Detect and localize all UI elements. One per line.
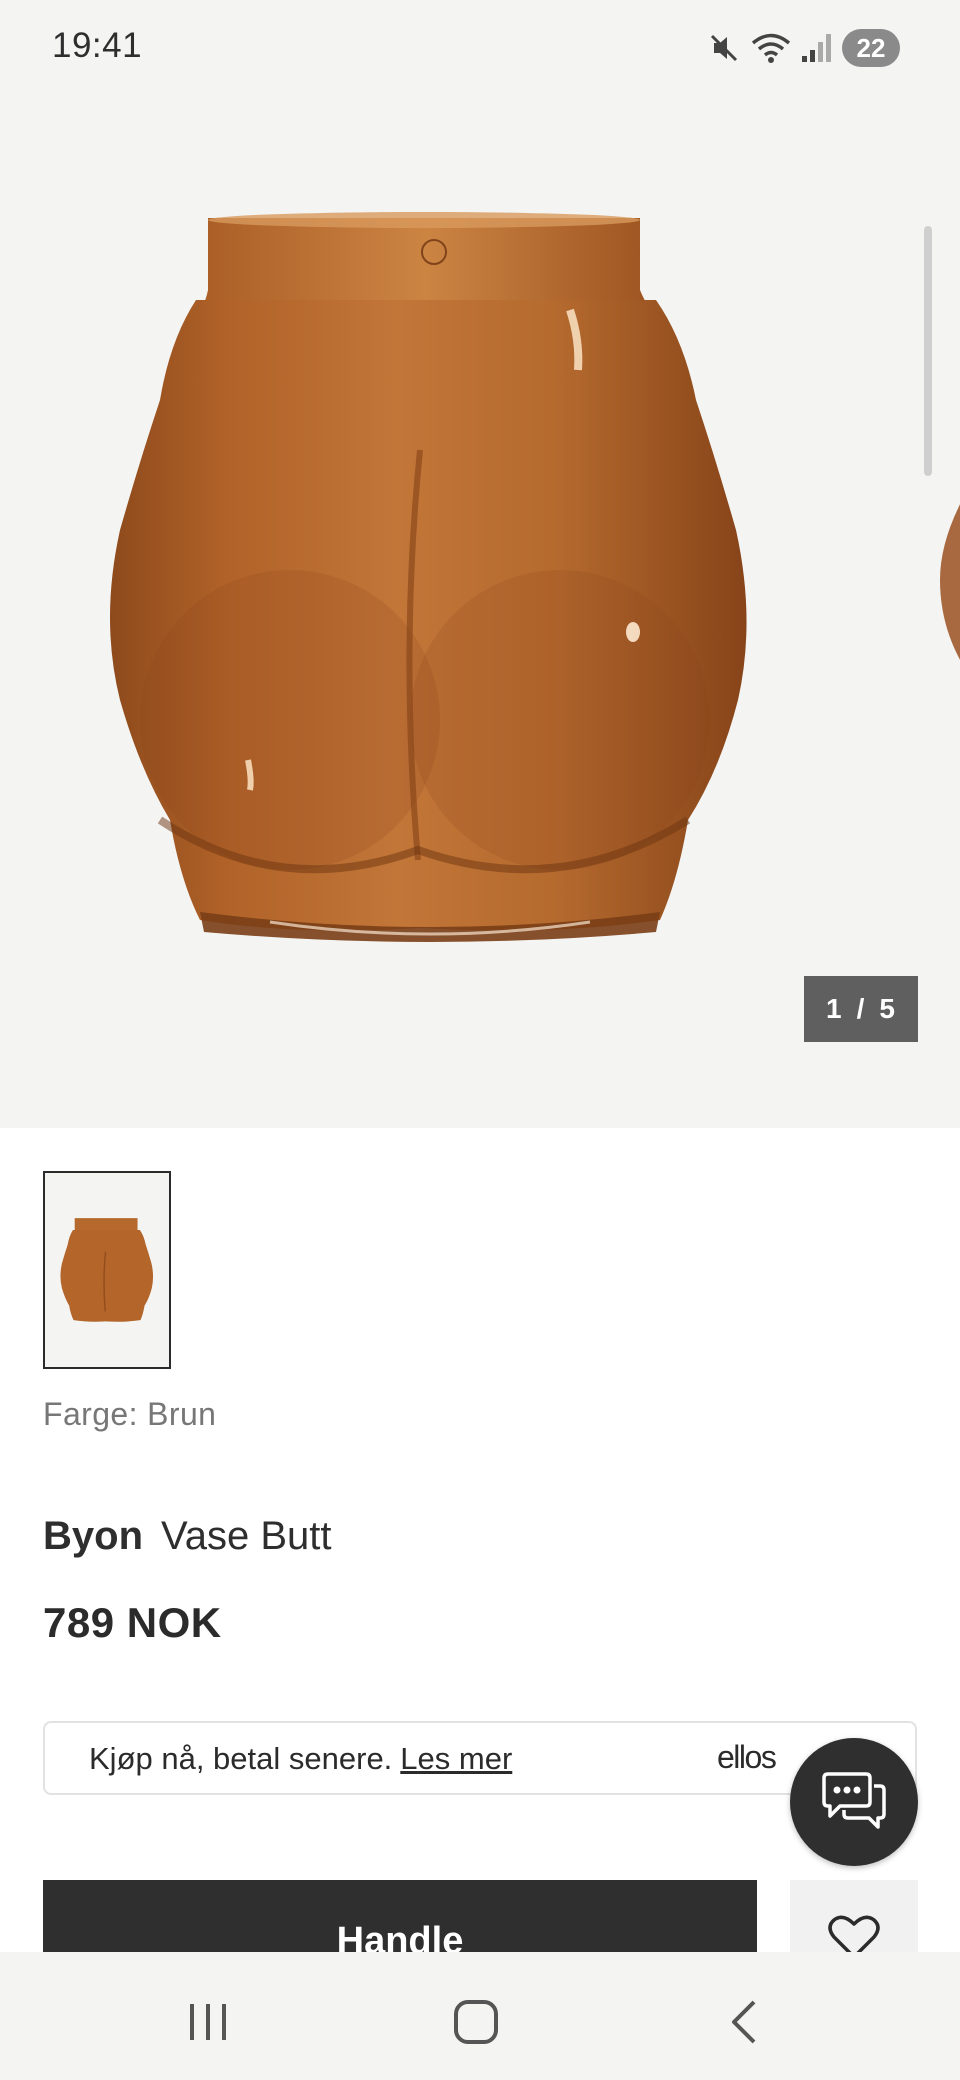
ellos-logo: ellos (717, 1739, 777, 1775)
signal-icon (802, 34, 831, 62)
thumbnail-image (60, 1218, 154, 1322)
product-price: 789 NOK (43, 1599, 222, 1646)
thumbnail-1[interactable] (43, 1171, 171, 1369)
current-image-number: 1 (826, 993, 843, 1024)
product-page: 1 / 5 19:41 22 Farge: Brun Byon Vase But… (0, 0, 960, 2080)
counter-separator: / (856, 993, 866, 1024)
status-icons: 22 (706, 28, 900, 68)
recent-apps-icon (190, 2004, 226, 2040)
product-brand[interactable]: Byon (43, 1514, 143, 1558)
chat-icon (822, 1772, 886, 1829)
read-more-link[interactable]: Les mer (400, 1741, 512, 1776)
pay-later-banner: Kjøp nå, betal senere. Les mer ellos (43, 1721, 917, 1795)
battery-indicator: 22 (842, 29, 900, 67)
product-title: Byon Vase Butt (43, 1514, 331, 1559)
total-image-count: 5 (879, 993, 896, 1024)
back-button[interactable] (714, 1992, 774, 2052)
home-icon (454, 2000, 498, 2044)
status-time: 19:41 (52, 26, 143, 65)
status-bar: 19:41 22 (0, 0, 960, 100)
color-label: Farge: Brun (43, 1396, 217, 1432)
recent-apps-button[interactable] (178, 1992, 238, 2052)
next-image-peek[interactable] (940, 470, 960, 690)
product-image[interactable] (100, 200, 760, 950)
back-icon (732, 2000, 756, 2044)
pay-later-text: Kjøp nå, betal senere. Les mer (89, 1741, 512, 1777)
product-image-gallery[interactable]: 1 / 5 (0, 0, 960, 1128)
gallery-scrollbar[interactable] (924, 226, 932, 476)
wifi-icon (751, 33, 791, 63)
mute-icon (710, 34, 738, 62)
chat-button[interactable] (790, 1738, 918, 1866)
home-button[interactable] (446, 1992, 506, 2052)
pay-later-message: Kjøp nå, betal senere. (89, 1741, 393, 1776)
system-navigation-bar (0, 1952, 960, 2080)
product-name: Vase Butt (161, 1514, 332, 1558)
image-counter: 1 / 5 (804, 976, 918, 1042)
